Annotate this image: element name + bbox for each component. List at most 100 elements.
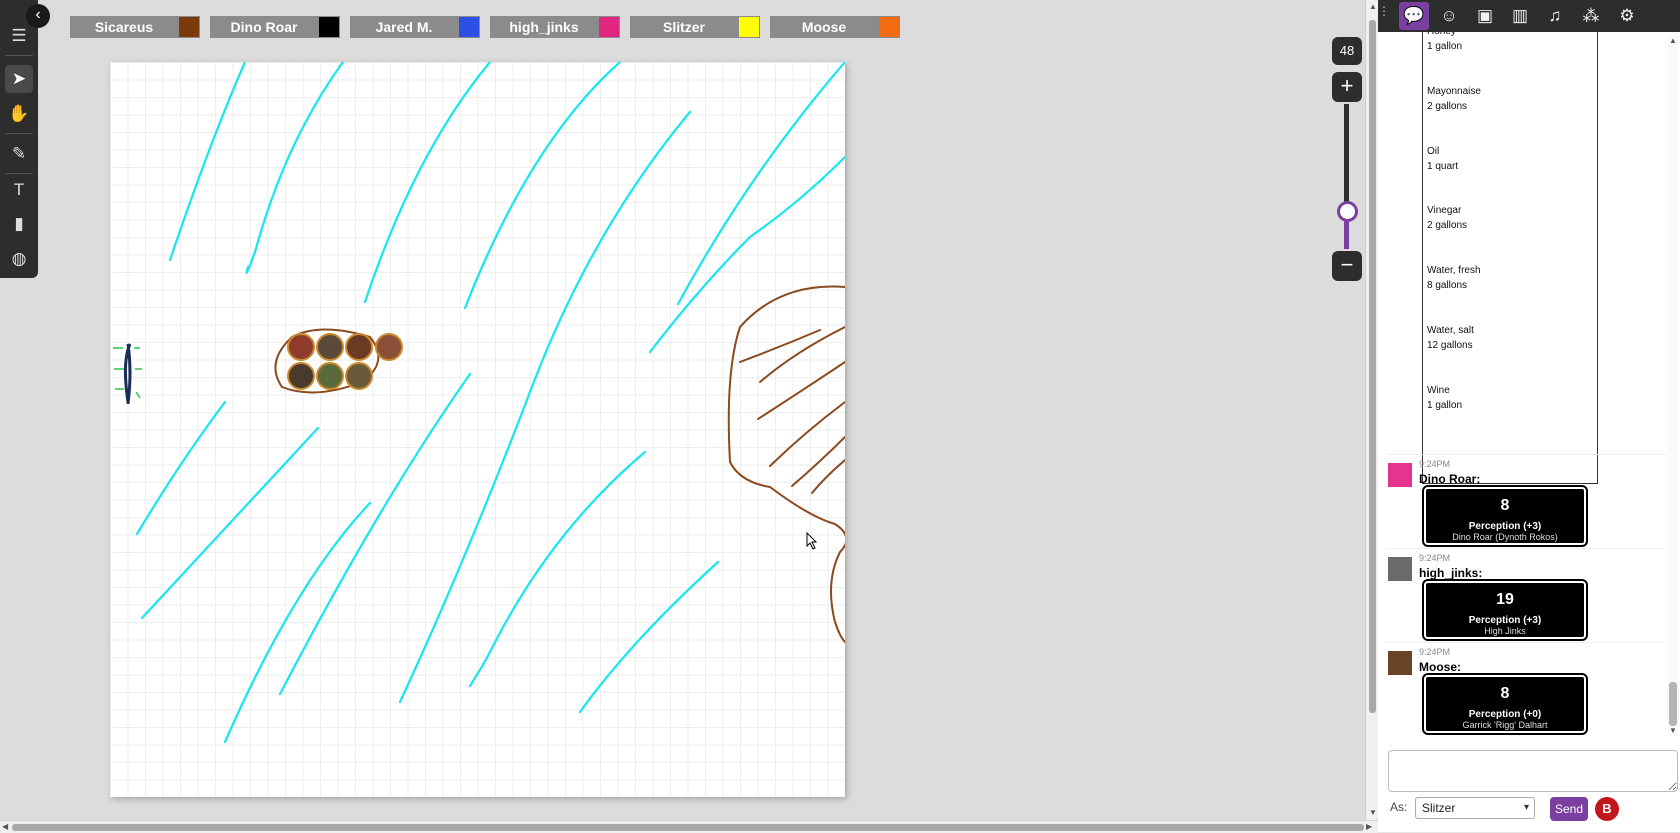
list-item: Wine 1 gallon [1427,383,1462,413]
speaking-as-value: Slitzer [1422,801,1456,815]
sidebar-resize-grip-icon[interactable]: ⋮ [1378,4,1390,24]
chat-input[interactable] [1388,750,1678,792]
avatar [1388,463,1412,487]
right-sidebar: ⋮ 💬☺▣▥♫⁂⚙ Honey 1 gallon Mayonnaise 2 gallo… [1378,0,1680,832]
zoom-slider-handle[interactable] [1337,201,1358,223]
tab-chat-icon[interactable]: 💬 [1399,2,1429,30]
item-name: Vinegar [1427,205,1462,216]
roll-total[interactable]: 19 [1426,591,1584,609]
main-horizontal-scrollbar-thumb[interactable] [12,824,1364,831]
player-tag[interactable]: Moose [770,16,900,38]
chevron-down-icon: ▾ [1523,802,1529,813]
zoom-in-button[interactable]: + [1332,72,1362,102]
terrain-hatch [739,329,821,363]
chat-scrollbar-thumb[interactable] [1669,682,1677,726]
measure-tool-icon[interactable]: ▮ [5,210,33,238]
avatar [1388,651,1412,675]
item-name: Oil [1427,146,1440,157]
terrain-hatch [757,361,845,420]
player-name: Slitzer [662,19,705,35]
player-tag[interactable]: Slitzer [630,16,760,38]
player-bar: Sicareus Dino Roar Jared M. high_jinks Slitz… [70,16,900,38]
item-list-card: Honey 1 gallon Mayonnaise 2 gallons Oil 1 qua… [1422,32,1598,484]
beyond-roll-button[interactable]: B [1595,797,1619,821]
message-timestamp: 9:24PM [1419,553,1451,563]
terrain-hatch [791,436,845,487]
roll-character: Garrick 'Rigg' Dalhart [1462,720,1548,730]
speaking-as-select[interactable]: Slitzer ▾ [1415,797,1535,819]
collapse-toolbar-button[interactable]: ‹ [26,4,50,28]
text-tool-icon[interactable]: T [5,176,33,204]
character-token [287,333,315,361]
player-color-swatch [739,17,759,37]
rain-drawing [135,62,845,744]
roll-label: Perception (+0) [1468,709,1542,720]
main-vertical-scrollbar[interactable]: ▲ ▼ [1365,0,1379,820]
roll-result-card: 8 Perception (+0) Garrick 'Rigg' Dalhart [1422,673,1588,735]
chat-log[interactable]: Honey 1 gallon Mayonnaise 2 gallons Oil 1 qua… [1378,32,1680,738]
avatar [1388,557,1412,581]
player-color-swatch [599,17,619,37]
rain-stroke [363,62,492,304]
item-name: Wine [1427,385,1450,396]
item-name: Water, fresh [1427,265,1481,276]
item-name: Mayonnaise [1427,86,1481,97]
main-horizontal-scrollbar[interactable]: ◀ ▶ [0,820,1378,833]
roll-character: Dino Roar (Dynoth Rokos) [1452,532,1558,542]
tab-library-icon[interactable]: ▥ [1505,2,1535,30]
roll-total[interactable]: 8 [1426,497,1584,515]
scroll-right-icon[interactable]: ▶ [1366,822,1372,831]
rain-stroke [676,62,845,306]
message-sender: high_jinks: [1419,566,1483,580]
list-item: Oil 1 quart [1427,144,1458,174]
player-color-swatch [319,17,339,37]
rain-stroke [648,155,845,354]
main-vertical-scrollbar-thumb[interactable] [1369,20,1376,713]
marker-tick [135,391,141,399]
send-button[interactable]: Send [1550,797,1588,821]
pan-tool-icon[interactable]: ✋ [5,100,33,128]
scroll-up-icon[interactable]: ▲ [1369,2,1377,11]
tab-journal-characters-icon[interactable]: ☺ [1434,2,1464,30]
chat-scroll-down-icon[interactable]: ▼ [1669,726,1677,735]
player-name: Moose [801,19,847,35]
player-tag[interactable]: high_jinks [490,16,620,38]
map-canvas[interactable] [110,62,845,797]
scroll-left-icon[interactable]: ◀ [2,822,8,831]
tab-collections-icon[interactable]: ⁂ [1576,2,1606,30]
roll-total[interactable]: 8 [1426,685,1584,703]
zoom-out-button[interactable]: − [1332,251,1362,281]
chat-scrollbar[interactable]: ▲ ▼ [1667,36,1679,736]
item-quantity: 1 quart [1427,161,1459,172]
scroll-down-icon[interactable]: ▼ [1369,808,1377,817]
item-quantity: 2 gallons [1427,220,1468,231]
tab-compendium-icon[interactable]: ▣ [1470,2,1500,30]
fog-tool-icon[interactable]: ◍ [5,245,33,273]
tab-settings-icon[interactable]: ⚙ [1612,2,1642,30]
player-tag[interactable]: Dino Roar [210,16,340,38]
menu-tool-icon[interactable]: ☰ [5,22,33,50]
list-item: Vinegar 2 gallons [1427,203,1467,233]
message-divider [1386,454,1666,455]
map-drawing-layer [113,62,845,744]
rain-stroke [223,501,372,744]
sidebar-tab-bar: ⋮ 💬 ☺ ▣ ▥ ♫ ⁂ ⚙ [1378,0,1680,32]
character-token [316,333,344,361]
rain-stroke [468,450,647,688]
terrain-hatch [769,401,845,467]
select-tool-icon[interactable]: ➤ [5,65,33,93]
player-tag[interactable]: Jared M. [350,16,480,38]
terrain-outline [727,285,845,643]
message-sender: Moose: [1419,660,1461,674]
toolbar-divider [5,55,33,56]
item-quantity: 1 gallon [1427,41,1463,52]
speaking-as-label: As: [1390,800,1408,814]
character-token [345,362,373,390]
rain-stroke [245,62,345,274]
tab-jukebox-icon[interactable]: ♫ [1540,2,1570,30]
zoom-slider[interactable] [1344,104,1349,249]
draw-tool-icon[interactable]: ✎ [5,140,33,168]
chat-scroll-up-icon[interactable]: ▲ [1669,36,1677,45]
toolbar-divider [5,173,33,174]
player-tag[interactable]: Sicareus [70,16,200,38]
